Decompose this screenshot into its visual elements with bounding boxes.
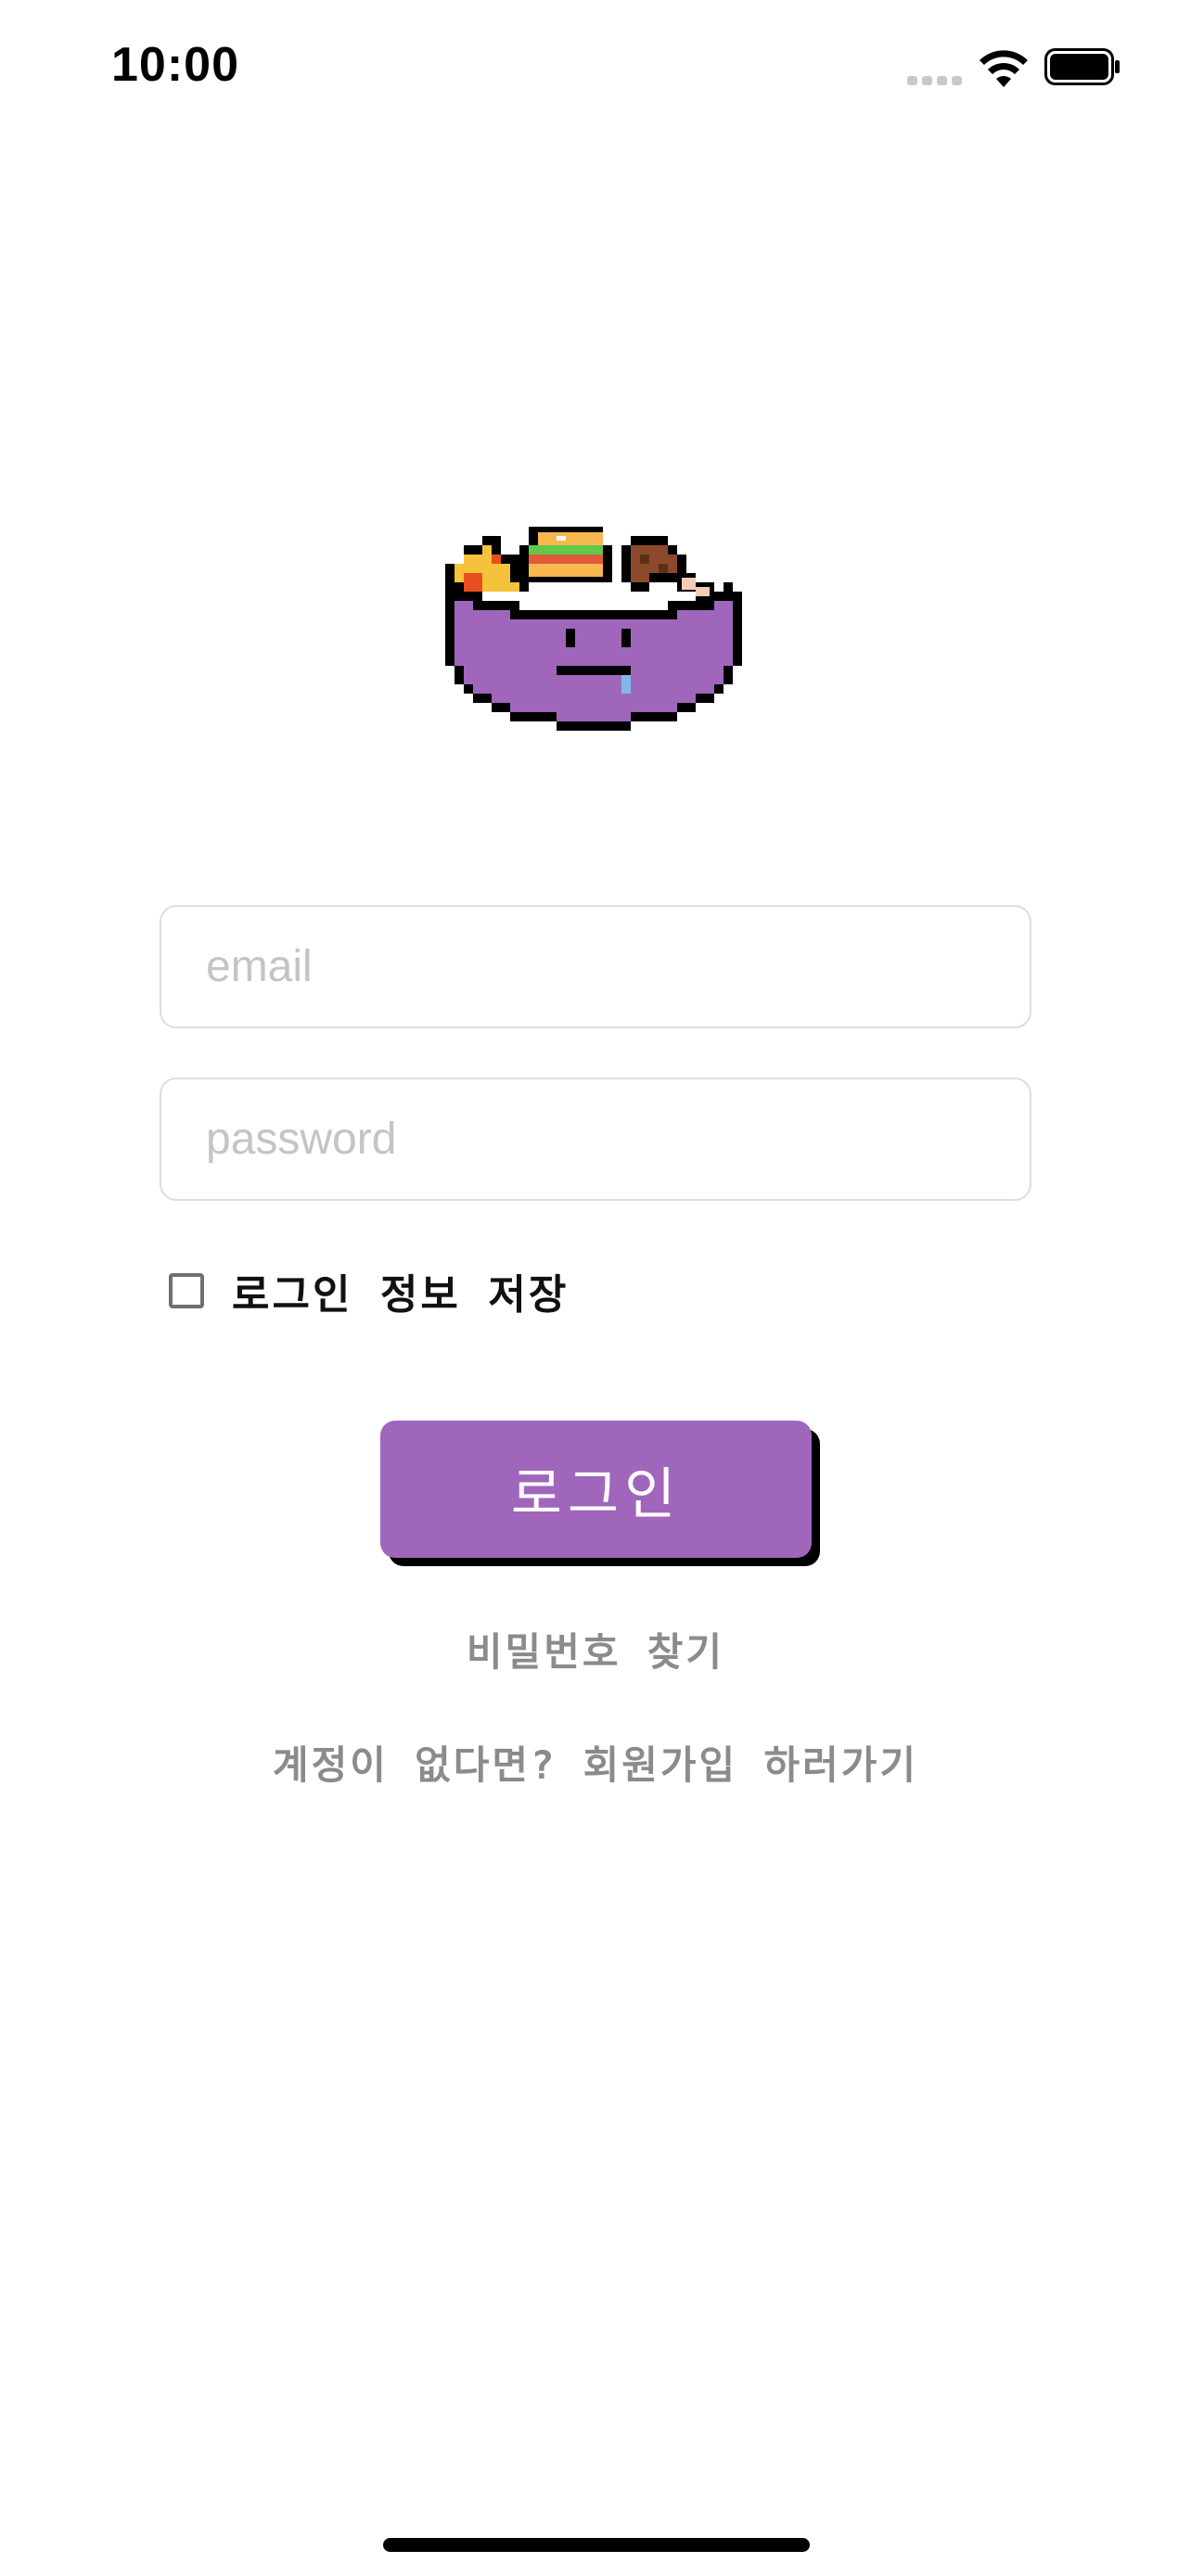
remember-login-row[interactable]: 로그인 정보 저장 [169,1263,569,1319]
battery-icon [1044,48,1120,85]
signal-icon [907,76,963,85]
login-button[interactable]: 로그인 [380,1421,812,1558]
signup-link[interactable]: 계정이 없다면? 회원가입 하러가기 [0,1734,1191,1791]
remember-login-checkbox[interactable] [169,1273,204,1308]
login-button-label: 로그인 [510,1461,682,1527]
email-field[interactable] [160,905,1031,1028]
home-indicator [383,2538,810,2552]
remember-login-label: 로그인 정보 저장 [232,1271,570,1319]
rice-bowl-character-logo [445,527,742,731]
status-bar: 10:00 [0,0,1191,139]
password-field[interactable] [160,1078,1031,1201]
find-password-link[interactable]: 비밀번호 찾기 [0,1621,1191,1677]
status-time: 10:00 [111,38,239,92]
wifi-icon [980,50,1028,87]
